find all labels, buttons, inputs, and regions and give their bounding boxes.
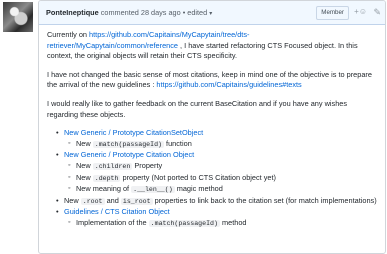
change-list: New Generic / Prototype CitationSetObjec… [47,128,377,229]
code-match-method: .match(passageId) [148,219,220,227]
code-children: .children [92,162,133,170]
smiley-reaction-icon[interactable]: +☺ [354,6,367,18]
list-item: New meaning of .__len__() magic method [68,184,377,196]
paragraph-1: Currently on https://github.com/Capitain… [47,30,358,61]
code-match: .match(passageId) [92,140,165,148]
comment-author[interactable]: PonteIneptique [46,8,99,17]
code-len: .__len__() [131,186,175,194]
meta-separator: • [182,8,186,17]
edited-label[interactable]: edited [187,8,207,17]
comment-body: Currently on https://github.com/Capitain… [39,25,385,230]
paragraph-3: I would really like to gather feedback o… [47,98,348,119]
list-item: Implementation of the .match(passageId) … [68,218,377,230]
citation-set-object-link[interactable]: New Generic / Prototype CitationSetObjec… [64,128,203,137]
author-avatar[interactable] [3,2,33,32]
member-badge: Member [316,6,349,20]
list-item: New Generic / Prototype CitationSetObjec… [56,128,377,151]
code-depth: .depth [92,174,121,182]
list-item: New .root and is_root properties to link… [56,196,377,208]
pencil-edit-icon[interactable]: ✎ [373,6,381,18]
code-is-root: is_root [120,197,153,205]
list-item: New Generic / Prototype Citation Object … [56,150,377,196]
comment-box: PonteIneptique commented 28 days ago • e… [38,0,386,254]
comment-meta[interactable]: commented 28 days ago [101,8,181,17]
list-item: New .match(passageId) function [68,139,377,151]
citation-object-link[interactable]: New Generic / Prototype Citation Object [64,150,194,159]
cts-citation-object-link[interactable]: Guidelines / CTS Citation Object [64,207,170,216]
chevron-down-icon[interactable]: ▾ [209,11,212,17]
list-item: New .children Property [68,161,377,173]
code-root: .root [80,197,105,205]
comment-header: PonteIneptique commented 28 days ago • e… [39,1,385,25]
list-item: Guidelines / CTS Citation Object Impleme… [56,207,377,230]
guidelines-link[interactable]: https://github.com/Capitains/guidelines#… [156,80,301,89]
paragraph-2: I have not changed the basic sense of mo… [47,69,372,90]
list-item: New .depth property (Not ported to CTS C… [68,173,377,185]
